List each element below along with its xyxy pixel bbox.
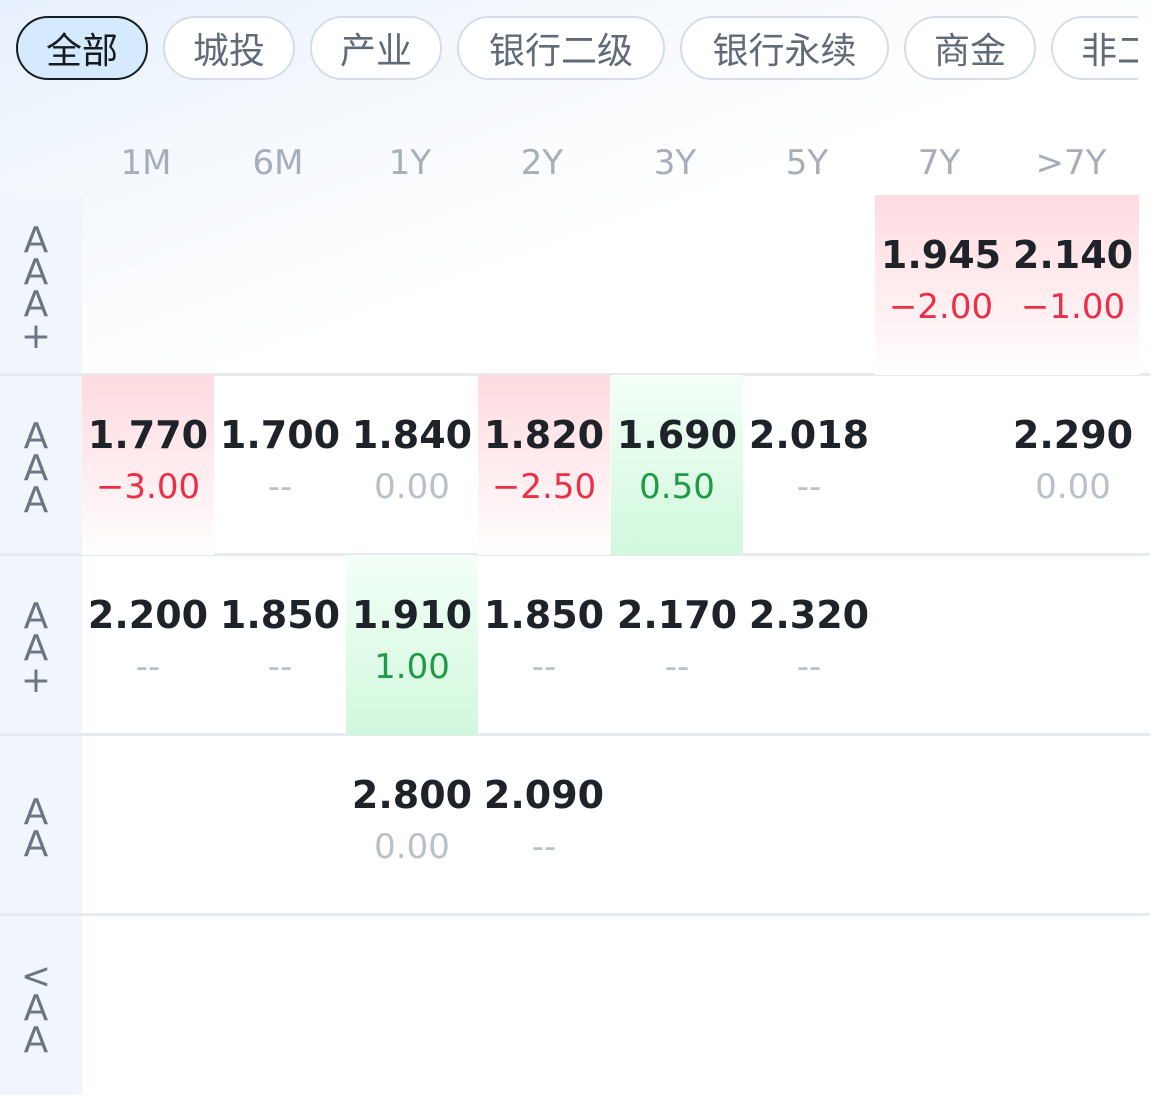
yield-change: 1.00 <box>374 647 450 687</box>
tenor-header-2y: 2Y <box>520 143 564 183</box>
filter-chip-non-tier2[interactable]: 非二 <box>1051 16 1138 80</box>
yield-change: −2.50 <box>491 467 597 507</box>
yield-change: -- <box>267 647 293 687</box>
yield-change: -- <box>796 467 822 507</box>
yield-value: 1.850 <box>483 593 605 637</box>
tenor-header-5y: 5Y <box>785 143 829 183</box>
yield-cell[interactable]: 2.200 -- <box>82 555 214 735</box>
yield-change: 0.00 <box>1035 467 1111 507</box>
yield-value: 1.945 <box>880 233 1002 277</box>
yield-value: 2.290 <box>1012 413 1134 457</box>
yield-change: -- <box>135 647 161 687</box>
yield-cell[interactable]: 1.850 -- <box>478 555 610 735</box>
tenor-header-1m: 1M <box>120 143 172 183</box>
rating-label: < A A <box>20 956 52 1061</box>
yield-value: 2.200 <box>87 593 209 637</box>
yield-cell[interactable]: 1.690 0.50 <box>611 375 743 555</box>
yield-change: -- <box>267 467 293 507</box>
tenor-header-7y: 7Y <box>917 143 961 183</box>
rating-label: AAA <box>23 416 49 521</box>
yield-cell[interactable]: 2.800 0.00 <box>346 735 478 915</box>
yield-value: 2.140 <box>1012 233 1134 277</box>
yield-change: -- <box>531 647 557 687</box>
yield-change: −1.00 <box>1020 287 1126 327</box>
yield-value: 2.090 <box>483 773 605 817</box>
yield-cell[interactable]: 2.320 -- <box>743 555 875 735</box>
yield-cell[interactable]: 1.770 −3.00 <box>82 375 214 555</box>
yield-cell[interactable]: 2.140 −1.00 <box>1007 195 1139 375</box>
category-filter-bar: 全部 城投 产业 银行二级 银行永续 商金 非二 <box>0 0 1138 100</box>
yield-change: 0.00 <box>374 827 450 867</box>
yield-change: -- <box>531 827 557 867</box>
yield-change: −2.00 <box>888 287 994 327</box>
yield-value: 2.018 <box>748 413 870 457</box>
yield-change: 0.50 <box>639 467 715 507</box>
yield-value: 1.700 <box>219 413 341 457</box>
yield-cell[interactable]: 1.910 1.00 <box>346 555 478 735</box>
filter-chip-bank-tier2[interactable]: 银行二级 <box>457 16 665 80</box>
panel-edge <box>1150 0 1165 1100</box>
yield-cell[interactable]: 1.945 −2.00 <box>875 195 1007 375</box>
tenor-header-3y: 3Y <box>653 143 697 183</box>
filter-chip-bank-perpetual[interactable]: 银行永续 <box>680 16 889 80</box>
yield-cell[interactable]: 1.700 -- <box>214 375 346 555</box>
yield-cell[interactable]: 2.018 -- <box>743 375 875 555</box>
tenor-header-6m: 6M <box>252 143 304 183</box>
yield-value: 1.910 <box>351 593 473 637</box>
yield-value: 2.170 <box>616 593 738 637</box>
filter-chip-industry[interactable]: 产业 <box>310 16 442 80</box>
rating-label: AA <box>23 792 49 865</box>
yield-cell[interactable]: 2.290 0.00 <box>1007 375 1139 555</box>
filter-chip-chengtou[interactable]: 城投 <box>163 16 295 80</box>
yield-cell[interactable]: 2.090 -- <box>478 735 610 915</box>
yield-change: −3.00 <box>95 467 201 507</box>
yield-value: 2.320 <box>748 593 870 637</box>
tenor-header-gt7y: >7Y <box>1035 143 1107 183</box>
yield-value: 1.820 <box>483 413 605 457</box>
yield-cell[interactable]: 1.850 -- <box>214 555 346 735</box>
yield-value: 1.850 <box>219 593 341 637</box>
rating-label: A A A + <box>20 220 52 357</box>
yield-value: 1.840 <box>351 413 473 457</box>
yield-change: -- <box>796 647 822 687</box>
rating-label: A A + <box>20 596 52 701</box>
yield-cell[interactable]: 1.840 0.00 <box>346 375 478 555</box>
yield-value: 1.770 <box>87 413 209 457</box>
filter-chip-commercial-finance[interactable]: 商金 <box>904 16 1036 80</box>
yield-cell[interactable]: 1.820 −2.50 <box>478 375 610 555</box>
yield-change: -- <box>664 647 690 687</box>
yield-value: 1.690 <box>616 413 738 457</box>
tenor-header-1y: 1Y <box>388 143 432 183</box>
filter-chip-all[interactable]: 全部 <box>16 16 148 80</box>
yield-change: 0.00 <box>374 467 450 507</box>
yield-value: 2.800 <box>351 773 473 817</box>
yield-cell[interactable]: 2.170 -- <box>611 555 743 735</box>
